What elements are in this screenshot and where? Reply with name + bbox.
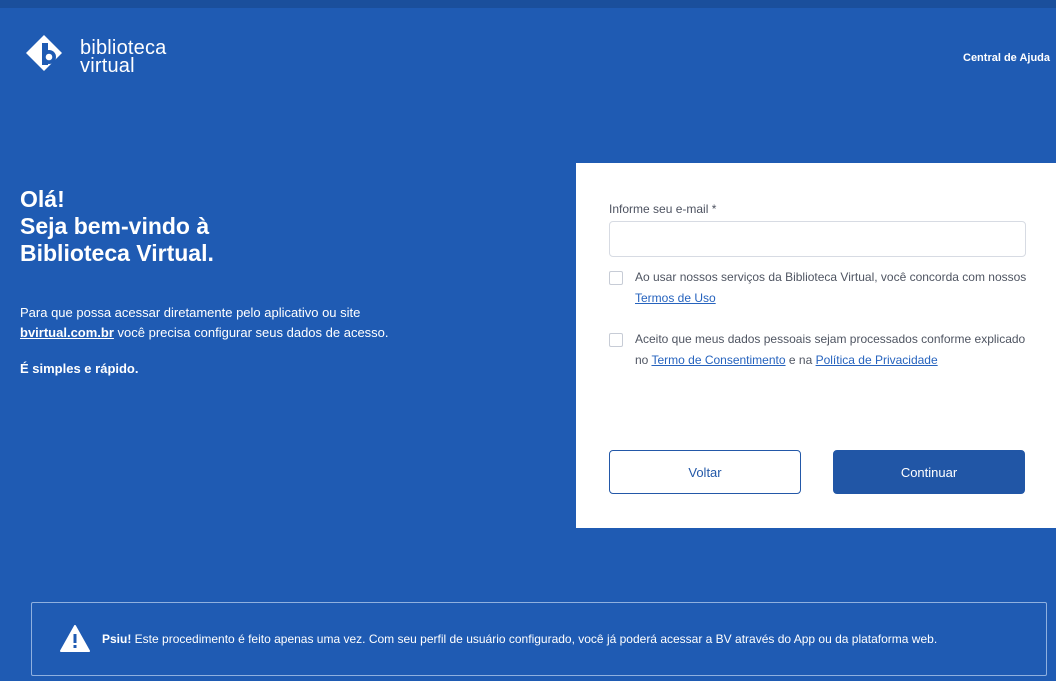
consent-label-2: e na bbox=[785, 353, 816, 367]
back-button[interactable]: Voltar bbox=[609, 450, 801, 494]
logo-line-2: virtual bbox=[80, 55, 135, 77]
logo-icon bbox=[26, 35, 62, 71]
biblioteca-virtual-logo[interactable]: biblioteca virtual bbox=[22, 30, 167, 84]
help-center-link[interactable]: Central de Ajuda bbox=[963, 52, 1050, 64]
logo-text: biblioteca virtual bbox=[80, 38, 167, 77]
greeting: Olá! bbox=[20, 186, 65, 212]
intro-line-1: Para que possa acessar diretamente pelo … bbox=[20, 305, 361, 320]
email-label: Informe seu e-mail * bbox=[609, 202, 717, 216]
consent-row: Aceito que meus dados pessoais sejam pro… bbox=[609, 329, 1029, 371]
terms-text: Ao usar nossos serviços da Biblioteca Vi… bbox=[635, 267, 1029, 309]
email-input[interactable] bbox=[609, 221, 1026, 257]
consent-term-link[interactable]: Termo de Consentimento bbox=[651, 353, 785, 367]
intro-text: Para que possa acessar diretamente pelo … bbox=[20, 303, 540, 343]
privacy-policy-link[interactable]: Política de Privacidade bbox=[816, 353, 938, 367]
consent-checkbox[interactable] bbox=[609, 333, 623, 347]
welcome-line-1: Seja bem-vindo à bbox=[20, 213, 210, 239]
intro-line-2: você precisa configurar seus dados de ac… bbox=[113, 325, 389, 340]
welcome-line-2: Biblioteca Virtual. bbox=[20, 240, 214, 266]
terms-of-use-link[interactable]: Termos de Uso bbox=[635, 291, 716, 305]
continue-button[interactable]: Continuar bbox=[833, 450, 1025, 494]
info-notice: Psiu! Este procedimento é feito apenas u… bbox=[31, 602, 1047, 676]
welcome-heading: Olá! Seja bem-vindo à Biblioteca Virtual… bbox=[20, 186, 540, 267]
welcome-section: Olá! Seja bem-vindo à Biblioteca Virtual… bbox=[20, 186, 540, 379]
notice-bold: Psiu! bbox=[102, 631, 132, 646]
warning-triangle-icon bbox=[60, 625, 90, 652]
notice-body: Este procedimento é feito apenas uma vez… bbox=[131, 631, 938, 646]
email-form-card: Informe seu e-mail * Ao usar nossos serv… bbox=[576, 163, 1056, 528]
terms-row: Ao usar nossos serviços da Biblioteca Vi… bbox=[609, 267, 1029, 309]
site-name: bvirtual.com.br bbox=[20, 325, 114, 340]
terms-label: Ao usar nossos serviços da Biblioteca Vi… bbox=[635, 270, 1027, 284]
consent-text: Aceito que meus dados pessoais sejam pro… bbox=[635, 329, 1029, 371]
page-background: biblioteca virtual Central de Ajuda Olá!… bbox=[0, 0, 1056, 681]
simple-text: É simples e rápido. bbox=[20, 361, 139, 376]
terms-checkbox[interactable] bbox=[609, 271, 623, 285]
notice-text: Psiu! Este procedimento é feito apenas u… bbox=[102, 629, 1022, 650]
